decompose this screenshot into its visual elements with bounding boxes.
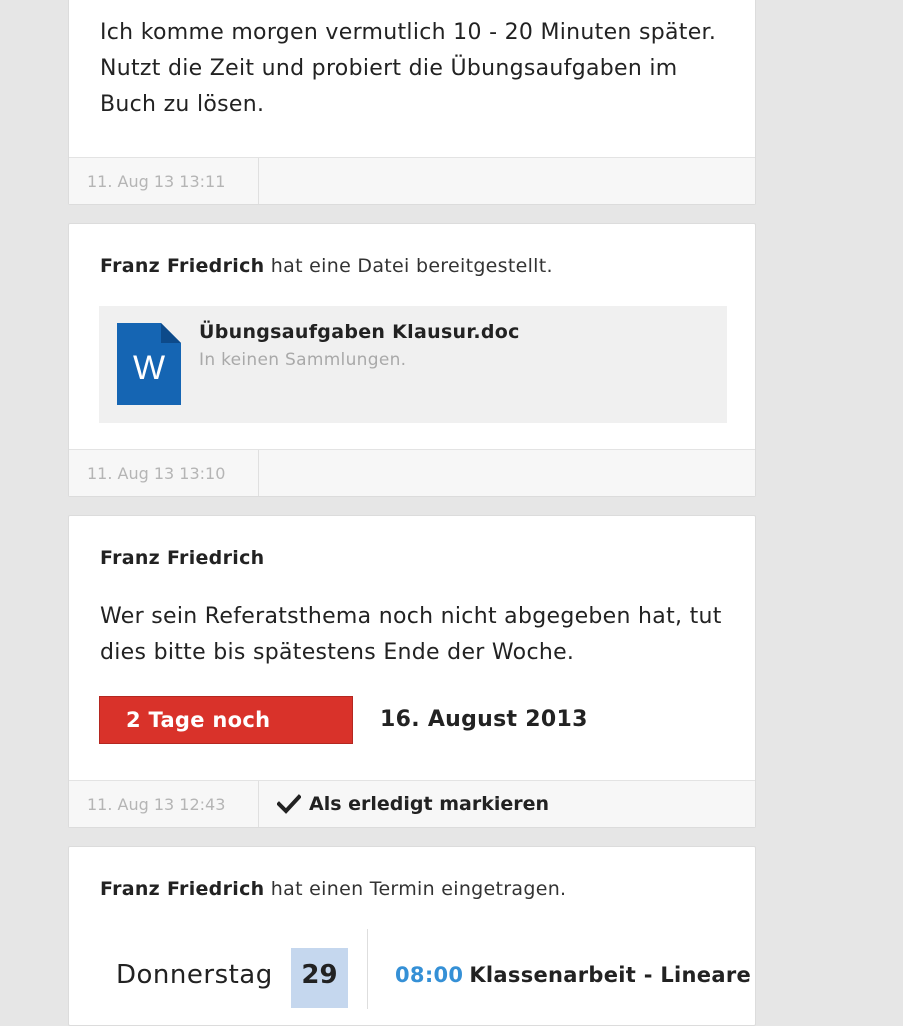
word-icon-letter: W xyxy=(133,349,165,387)
feed-post-event: Franz Friedrich hat einen Termin eingetr… xyxy=(68,846,756,1026)
post-action-text: hat eine Datei bereitgestellt. xyxy=(264,255,553,277)
feed-post-message: Ich komme morgen vermutlich 10 - 20 Minu… xyxy=(68,0,756,205)
author-name[interactable]: Franz Friedrich xyxy=(100,878,264,900)
author-name[interactable]: Franz Friedrich xyxy=(100,255,264,277)
deadline-badge: 2 Tage noch xyxy=(99,696,353,744)
post-footer: 11. Aug 13 13:11 xyxy=(69,157,755,204)
event-divider xyxy=(367,929,368,1009)
author-name[interactable]: Franz Friedrich xyxy=(100,547,264,569)
event-weekday: Donnerstag xyxy=(116,960,273,990)
event-title: Klassenarbeit - Lineare xyxy=(469,963,752,987)
file-attachment[interactable]: W Übungsaufgaben Klausur.doc In keinen S… xyxy=(99,306,727,423)
post-timestamp[interactable]: 11. Aug 13 12:43 xyxy=(69,781,259,827)
file-name[interactable]: Übungsaufgaben Klausur.doc xyxy=(199,321,520,343)
event-entry[interactable]: 08:00 Klassenarbeit - Lineare xyxy=(395,963,751,987)
event-time: 08:00 xyxy=(395,963,464,987)
word-document-icon: W xyxy=(117,323,181,405)
file-collections: In keinen Sammlungen. xyxy=(199,350,407,370)
deadline-date: 16. August 2013 xyxy=(380,707,588,732)
post-timestamp[interactable]: 11. Aug 13 13:10 xyxy=(69,450,259,496)
post-footer: 11. Aug 13 12:43 Als erledigt markieren xyxy=(69,780,755,827)
post-action-text: hat einen Termin eingetragen. xyxy=(264,878,567,900)
post-headline: Franz Friedrich xyxy=(100,547,264,569)
post-footer: 11. Aug 13 13:10 xyxy=(69,449,755,496)
checkmark-icon xyxy=(277,794,301,814)
feed-post-task: Franz Friedrich Wer sein Referatsthema n… xyxy=(68,515,756,828)
post-headline: Franz Friedrich hat einen Termin eingetr… xyxy=(100,878,566,900)
event-day-number: 29 xyxy=(291,948,348,1008)
mark-done-label: Als erledigt markieren xyxy=(309,793,550,815)
post-text: Wer sein Referatsthema noch nicht abgege… xyxy=(100,604,722,665)
post-headline: Franz Friedrich hat eine Datei bereitges… xyxy=(100,255,553,277)
post-text: Ich komme morgen vermutlich 10 - 20 Minu… xyxy=(100,20,717,117)
feed-post-file: Franz Friedrich hat eine Datei bereitges… xyxy=(68,223,756,497)
post-timestamp[interactable]: 11. Aug 13 13:11 xyxy=(69,158,259,204)
mark-done-button[interactable]: Als erledigt markieren xyxy=(259,793,549,815)
